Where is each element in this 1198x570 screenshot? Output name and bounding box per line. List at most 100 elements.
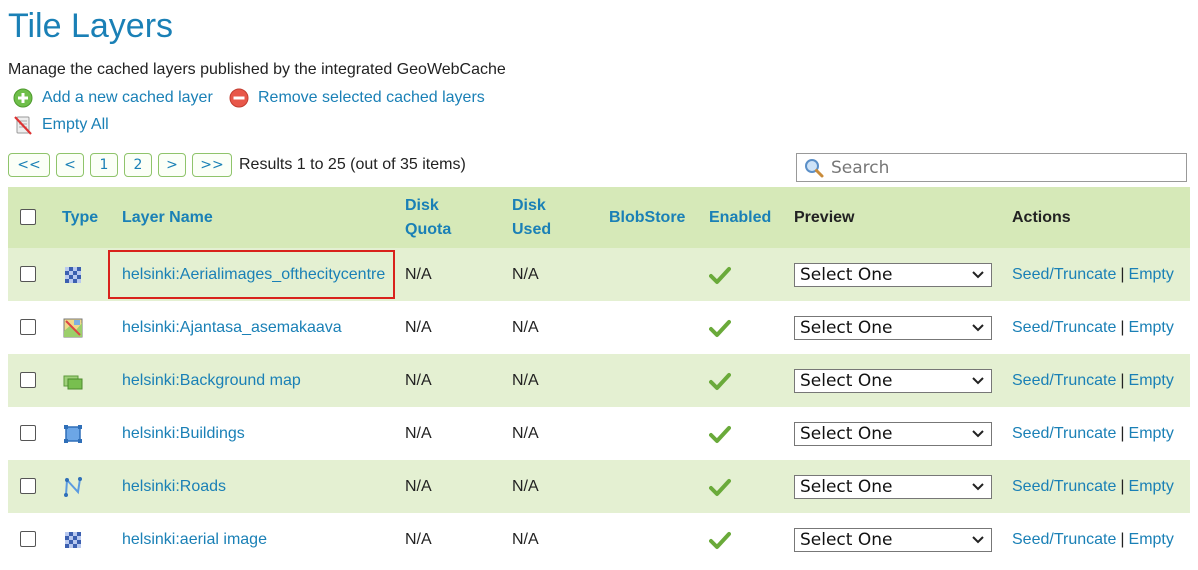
remove-icon [228,87,250,109]
table-header-row: Type Layer Name Disk Quota Disk Used BlobS… [8,187,1190,248]
search-input[interactable] [829,156,1186,179]
prev-page-button[interactable]: < [56,153,84,177]
empty-all-link[interactable]: Empty All [12,114,109,136]
preview-select[interactable]: Select One [794,421,992,446]
header-type[interactable]: Type [48,187,122,248]
add-cached-layer-label: Add a new cached layer [42,89,213,106]
preview-select[interactable]: Select One [794,474,992,499]
last-page-button[interactable]: >> [192,153,232,177]
header-disk-used[interactable]: Disk Used [512,187,609,248]
layer-name-link[interactable]: helsinki:Aerialimages_ofthecitycentre [122,266,385,283]
results-count: Results 1 to 25 (out of 35 items) [239,156,466,173]
raster-icon [62,529,84,551]
page-description: Manage the cached layers published by th… [8,61,506,78]
blobstore-value [609,460,709,513]
raster-icon [62,264,84,286]
row-checkbox[interactable] [20,531,36,548]
table-row: helsinki:Aerialimages_ofthecitycentre N/… [8,248,1190,301]
preview-select[interactable]: Select One [794,262,992,287]
enabled-check-icon [709,423,731,445]
search-icon [803,157,825,179]
seed-truncate-link[interactable]: Seed/Truncate [1012,531,1116,548]
header-enabled[interactable]: Enabled [709,187,794,248]
blobstore-value [609,407,709,460]
table-row: helsinki:Buildings N/A N/A Select One Se… [8,407,1190,460]
preview-select[interactable]: Select One [794,527,992,552]
remove-cached-layers-link[interactable]: Remove selected cached layers [228,87,485,109]
layer-name-link[interactable]: helsinki:aerial image [122,531,267,548]
select-all-checkbox[interactable] [20,209,36,226]
table-row: helsinki:Ajantasa_asemakaava N/A N/A Sel… [8,301,1190,354]
polygon-icon [62,423,84,445]
empty-all-label: Empty All [42,116,109,133]
chevron-down-icon [971,371,985,391]
chevron-down-icon [971,530,985,550]
seed-truncate-link[interactable]: Seed/Truncate [1012,319,1116,336]
remove-cached-layers-label: Remove selected cached layers [258,89,485,106]
disk-quota-value: N/A [405,513,512,566]
next-page-button[interactable]: > [158,153,186,177]
table-row: helsinki:Background map N/A N/A Select O… [8,354,1190,407]
disk-used-value: N/A [512,407,609,460]
layer-name-link[interactable]: helsinki:Buildings [122,425,245,442]
disk-quota-value: N/A [405,354,512,407]
seed-truncate-link[interactable]: Seed/Truncate [1012,372,1116,389]
header-blobstore[interactable]: BlobStore [609,187,709,248]
search-box [796,153,1187,182]
blobstore-value [609,301,709,354]
header-actions: Actions [1012,187,1190,248]
disk-quota-value: N/A [405,460,512,513]
disk-used-value: N/A [512,248,609,301]
row-checkbox[interactable] [20,478,36,495]
enabled-check-icon [709,317,731,339]
empty-link[interactable]: Empty [1129,425,1174,442]
layer-name-link[interactable]: helsinki:Roads [122,478,226,495]
disk-quota-value: N/A [405,407,512,460]
header-preview: Preview [794,187,1012,248]
row-checkbox[interactable] [20,372,36,389]
disk-used-value: N/A [512,513,609,566]
row-checkbox[interactable] [20,266,36,283]
seed-truncate-link[interactable]: Seed/Truncate [1012,266,1116,283]
enabled-check-icon [709,476,731,498]
chevron-down-icon [971,477,985,497]
chevron-down-icon [971,318,985,338]
disk-used-value: N/A [512,460,609,513]
pagination: << < 1 2 > >> Results 1 to 25 (out of 35… [8,153,466,177]
page-1-button[interactable]: 1 [90,153,118,177]
header-disk-quota[interactable]: Disk Quota [405,187,512,248]
empty-link[interactable]: Empty [1129,372,1174,389]
first-page-button[interactable]: << [8,153,50,177]
blobstore-value [609,354,709,407]
header-layer-name[interactable]: Layer Name [122,187,405,248]
empty-all-icon [12,114,34,136]
blobstore-value [609,248,709,301]
preview-select[interactable]: Select One [794,368,992,393]
disk-used-value: N/A [512,301,609,354]
layer-name-link[interactable]: helsinki:Ajantasa_asemakaava [122,319,342,336]
disk-quota-value: N/A [405,248,512,301]
disk-used-value: N/A [512,354,609,407]
row-checkbox[interactable] [20,319,36,336]
add-icon [12,87,34,109]
seed-truncate-link[interactable]: Seed/Truncate [1012,478,1116,495]
seed-truncate-link[interactable]: Seed/Truncate [1012,425,1116,442]
empty-link[interactable]: Empty [1129,319,1174,336]
preview-select[interactable]: Select One [794,315,992,340]
layer-group-icon [62,370,84,392]
enabled-check-icon [709,264,731,286]
line-icon [62,476,84,498]
chevron-down-icon [971,424,985,444]
layer-name-link[interactable]: helsinki:Background map [122,372,301,389]
page-2-button[interactable]: 2 [124,153,152,177]
row-checkbox[interactable] [20,425,36,442]
empty-link[interactable]: Empty [1129,266,1174,283]
page-title: Tile Layers [8,7,174,45]
add-cached-layer-link[interactable]: Add a new cached layer [12,87,213,109]
enabled-check-icon [709,529,731,551]
empty-link[interactable]: Empty [1129,478,1174,495]
blobstore-value [609,513,709,566]
chevron-down-icon [971,265,985,285]
empty-link[interactable]: Empty [1129,531,1174,548]
tile-layers-table: Type Layer Name Disk Quota Disk Used BlobS… [8,187,1190,566]
